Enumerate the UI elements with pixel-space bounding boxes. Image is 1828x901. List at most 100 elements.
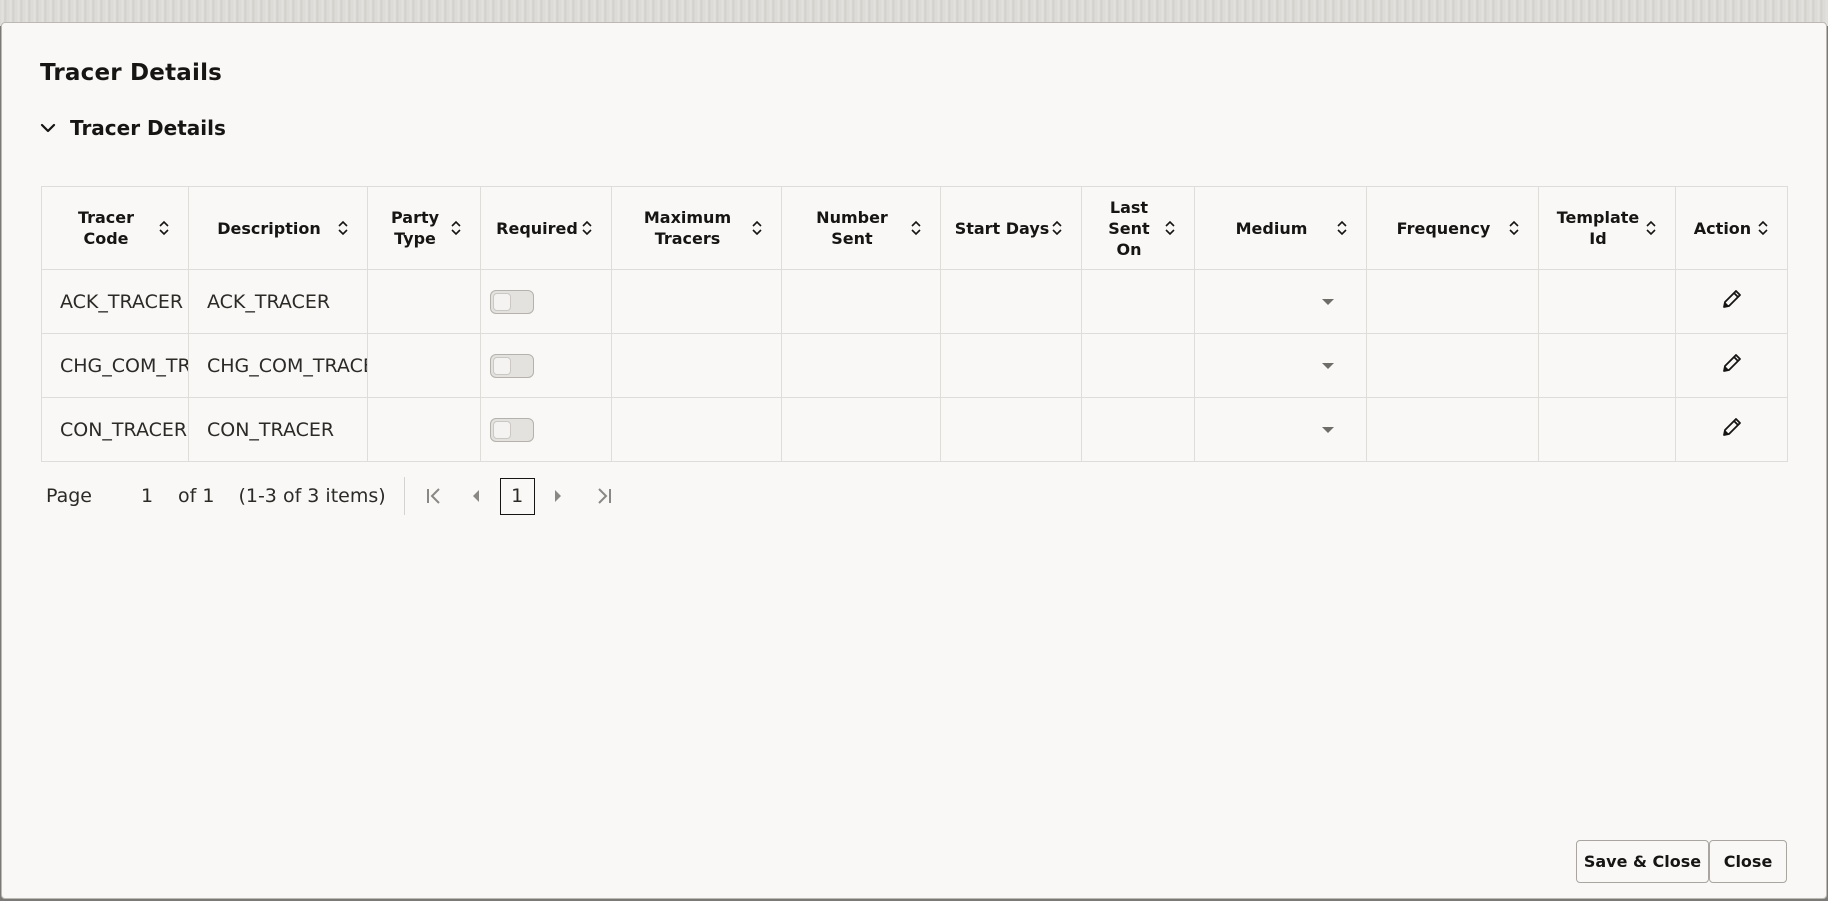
dropdown-arrow-icon[interactable] [1321, 298, 1335, 306]
cell-template-id[interactable] [1538, 333, 1676, 398]
cell-maximum-tracers[interactable] [611, 397, 782, 462]
cell-template-id[interactable] [1538, 397, 1676, 462]
sort-icon[interactable] [1645, 220, 1657, 236]
cell-party-type[interactable] [367, 333, 481, 398]
sort-icon[interactable] [1164, 220, 1176, 236]
column-header-medium[interactable]: Medium [1194, 186, 1367, 270]
next-page-icon [554, 490, 561, 502]
column-header-label: Frequency [1396, 218, 1491, 238]
column-header-frequency[interactable]: Frequency [1366, 186, 1539, 270]
edit-button[interactable] [1720, 287, 1744, 316]
description-value: CON_TRACER [207, 418, 335, 441]
medium-value [1195, 291, 1213, 313]
last-page-icon [597, 488, 611, 504]
page-number-input[interactable]: 1 [132, 485, 162, 507]
column-header-label: Description [217, 218, 321, 238]
edit-button[interactable] [1720, 415, 1744, 444]
previous-page-icon [472, 490, 479, 502]
cell-description[interactable]: CON_TRACER [188, 397, 368, 462]
column-header-last-sent-on[interactable]: Last Sent On [1081, 186, 1195, 270]
medium-value [1195, 419, 1213, 441]
cell-tracer-code[interactable]: CON_TRACER [41, 397, 189, 462]
column-header-number-sent[interactable]: Number Sent [781, 186, 941, 270]
cell-last-sent-on[interactable] [1081, 269, 1195, 334]
section-toggle[interactable]: Tracer Details [40, 113, 226, 143]
cell-number-sent[interactable] [781, 269, 941, 334]
cell-frequency[interactable] [1366, 397, 1539, 462]
required-switch[interactable] [490, 353, 534, 378]
column-header-label: Medium [1235, 218, 1308, 238]
first-page-button[interactable] [421, 487, 447, 505]
column-header-label: Party Type [390, 208, 440, 248]
tracer-table: Tracer Code Description Party Type Required… [41, 186, 1788, 462]
cell-tracer-code[interactable]: ACK_TRACER [41, 269, 189, 334]
page-label: Page [46, 485, 92, 507]
cell-description[interactable]: CHG_COM_TRACER [188, 333, 368, 398]
page-button-1[interactable]: 1 [499, 477, 535, 515]
cell-start-days[interactable] [940, 333, 1082, 398]
cell-frequency[interactable] [1366, 269, 1539, 334]
cell-medium[interactable] [1194, 333, 1367, 398]
cell-medium[interactable] [1194, 269, 1367, 334]
column-header-action[interactable]: Action [1675, 186, 1788, 270]
pencil-icon [1722, 418, 1741, 436]
column-header-label: Number Sent [816, 208, 888, 248]
sort-icon[interactable] [1757, 220, 1769, 236]
previous-page-button[interactable] [465, 489, 487, 503]
cell-description[interactable]: ACK_TRACER [188, 269, 368, 334]
cell-party-type[interactable] [367, 397, 481, 462]
sort-icon[interactable] [751, 220, 763, 236]
cell-required [480, 397, 612, 462]
column-header-start-days[interactable]: Start Days [940, 186, 1082, 270]
column-header-required[interactable]: Required [480, 186, 612, 270]
items-range-label: (1-3 of 3 items) [238, 485, 386, 507]
column-header-tracer-code[interactable]: Tracer Code [41, 186, 189, 270]
cell-last-sent-on[interactable] [1081, 333, 1195, 398]
sort-icon[interactable] [337, 220, 349, 236]
column-header-label: Start Days [954, 218, 1050, 238]
close-button[interactable]: Close [1709, 840, 1787, 883]
column-header-label: Tracer Code [77, 208, 135, 248]
cell-required [480, 269, 612, 334]
cell-frequency[interactable] [1366, 333, 1539, 398]
section-title: Tracer Details [70, 116, 226, 140]
cell-maximum-tracers[interactable] [611, 333, 782, 398]
column-header-maximum-tracers[interactable]: Maximum Tracers [611, 186, 782, 270]
sort-icon[interactable] [158, 220, 170, 236]
next-page-button[interactable] [547, 489, 569, 503]
last-page-button[interactable] [591, 487, 617, 505]
first-page-icon [426, 488, 440, 504]
pagination: Page 1 of 1 (1-3 of 3 items) 1 [46, 477, 617, 515]
tracer-code-value: CON_TRACER [60, 418, 188, 441]
edit-button[interactable] [1720, 351, 1744, 380]
cell-start-days[interactable] [940, 269, 1082, 334]
cell-number-sent[interactable] [781, 333, 941, 398]
column-header-description[interactable]: Description [188, 186, 368, 270]
cell-start-days[interactable] [940, 397, 1082, 462]
sort-icon[interactable] [1336, 220, 1348, 236]
save-and-close-button[interactable]: Save & Close [1576, 840, 1709, 883]
sort-icon[interactable] [910, 220, 922, 236]
sort-icon[interactable] [581, 220, 593, 236]
cell-party-type[interactable] [367, 269, 481, 334]
sort-icon[interactable] [450, 220, 462, 236]
table-header-row: Tracer Code Description Party Type Required… [41, 186, 1788, 270]
required-switch[interactable] [490, 289, 534, 314]
sort-icon[interactable] [1508, 220, 1520, 236]
cell-tracer-code[interactable]: CHG_COM_TRACER [41, 333, 189, 398]
column-header-party-type[interactable]: Party Type [367, 186, 481, 270]
sort-icon[interactable] [1051, 220, 1063, 236]
cell-last-sent-on[interactable] [1081, 397, 1195, 462]
cell-medium[interactable] [1194, 397, 1367, 462]
required-switch[interactable] [490, 417, 534, 442]
cell-action [1675, 333, 1788, 398]
column-header-template-id[interactable]: Template Id [1538, 186, 1676, 270]
dialog-title: Tracer Details [40, 60, 223, 86]
switch-knob [493, 356, 511, 375]
cell-template-id[interactable] [1538, 269, 1676, 334]
cell-number-sent[interactable] [781, 397, 941, 462]
dropdown-arrow-icon[interactable] [1321, 426, 1335, 434]
cell-maximum-tracers[interactable] [611, 269, 782, 334]
dropdown-arrow-icon[interactable] [1321, 362, 1335, 370]
column-header-label: Maximum Tracers [643, 208, 732, 248]
